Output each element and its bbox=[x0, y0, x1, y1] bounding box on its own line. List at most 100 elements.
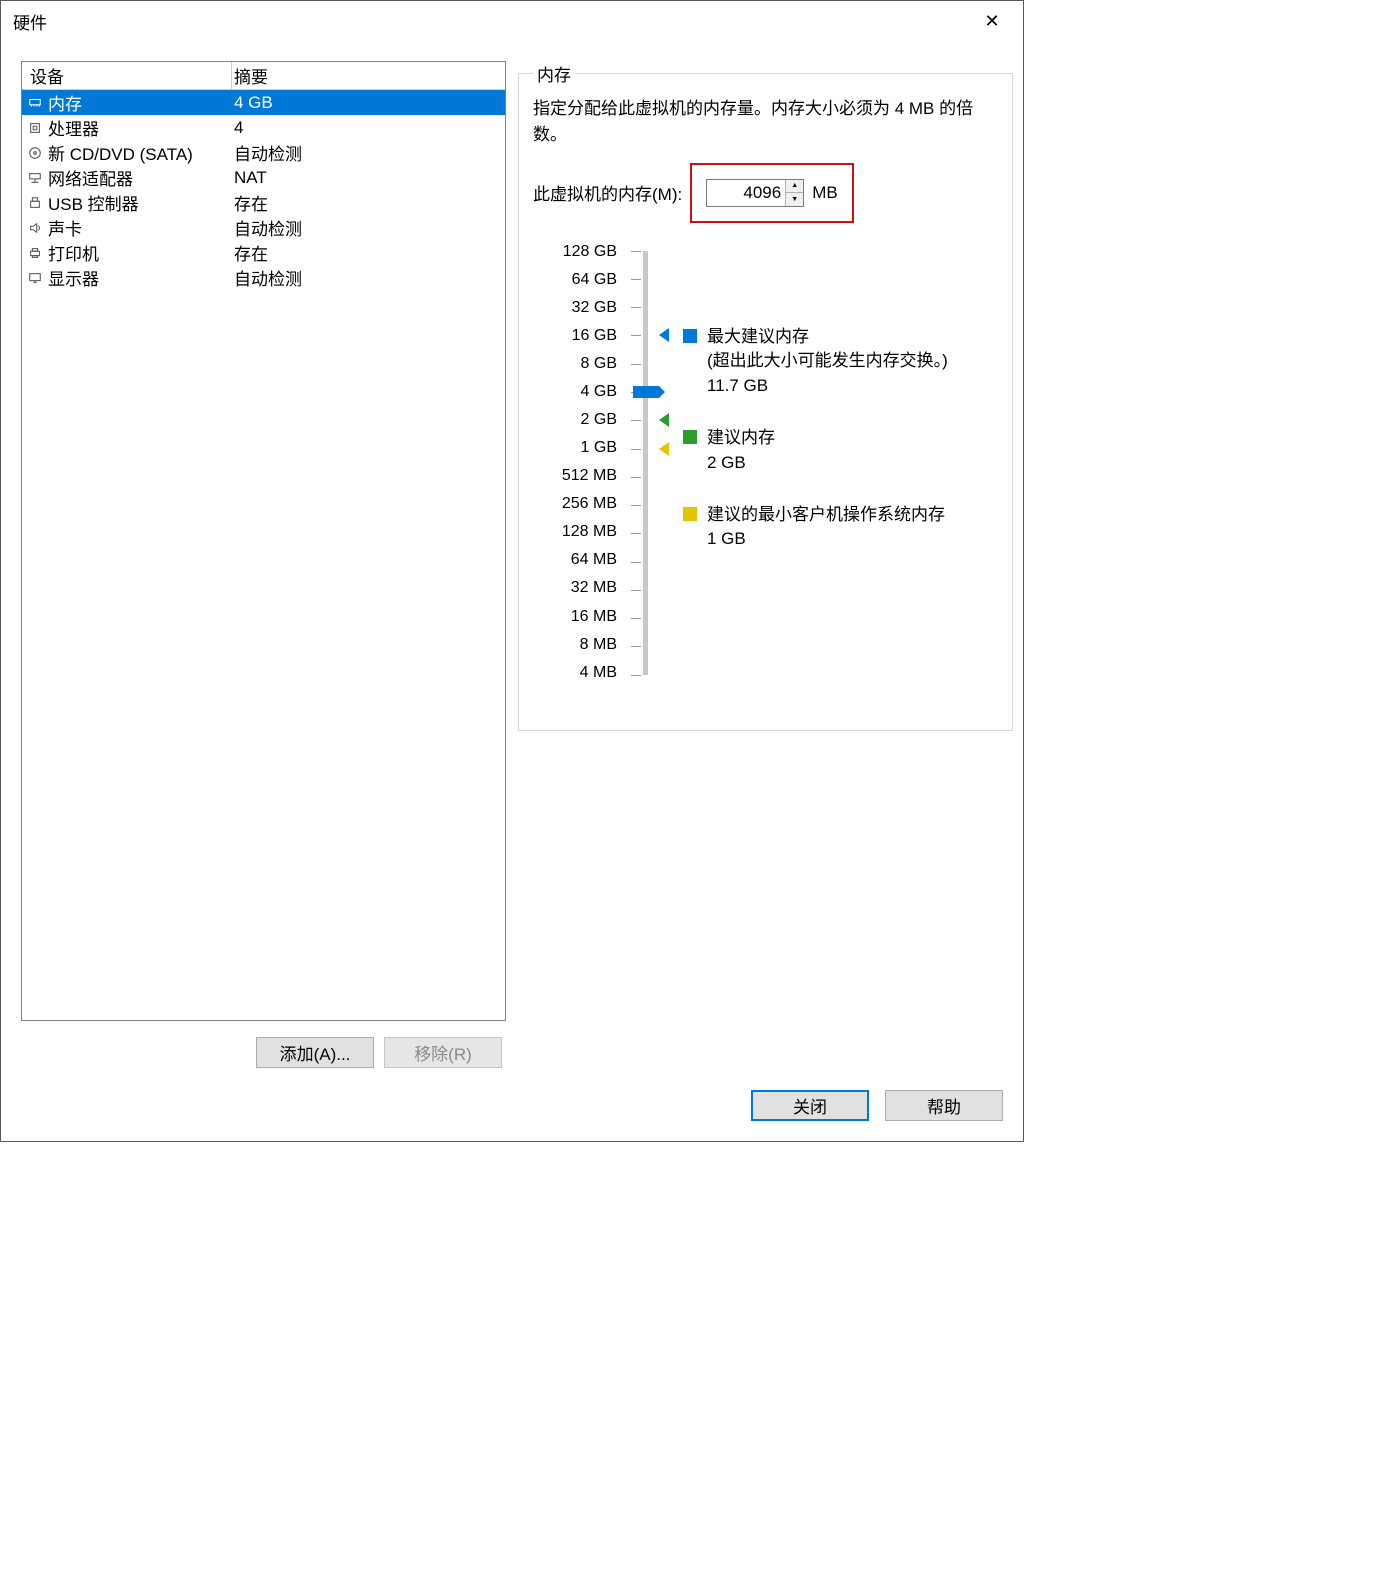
memory-slider-tick bbox=[631, 477, 641, 478]
device-row[interactable]: 打印机存在 bbox=[22, 240, 505, 265]
sound-icon bbox=[22, 221, 48, 235]
memory-slider-track bbox=[643, 251, 648, 675]
legend-square-green-icon bbox=[683, 430, 697, 444]
device-row[interactable]: 声卡自动检测 bbox=[22, 215, 505, 240]
device-name: 内存 bbox=[48, 90, 232, 115]
memory-scale-label: 2 GB bbox=[533, 411, 617, 430]
memory-input-highlight: ▲ ▼ MB bbox=[690, 163, 854, 223]
legend-square-yellow-icon bbox=[683, 507, 697, 521]
memory-scale-label: 8 MB bbox=[533, 636, 617, 655]
header-device: 设备 bbox=[22, 62, 232, 89]
legend-max-title: 最大建议内存 bbox=[707, 325, 948, 350]
memory-spin-up[interactable]: ▲ bbox=[786, 180, 803, 194]
memory-slider-tick bbox=[631, 562, 641, 563]
device-row[interactable]: 新 CD/DVD (SATA)自动检测 bbox=[22, 140, 505, 165]
device-table-header: 设备 摘要 bbox=[22, 62, 505, 90]
memory-scale-label: 512 MB bbox=[533, 467, 617, 486]
close-button[interactable]: 关闭 bbox=[751, 1090, 869, 1121]
memory-scale-label: 1 GB bbox=[533, 439, 617, 458]
device-row[interactable]: 网络适配器NAT bbox=[22, 165, 505, 190]
legend-max-value: 11.7 GB bbox=[683, 376, 948, 396]
memory-slider-tick bbox=[631, 251, 641, 252]
device-row[interactable]: 内存4 GB bbox=[22, 90, 505, 115]
display-icon bbox=[22, 271, 48, 285]
device-name: 显示器 bbox=[48, 265, 232, 290]
device-name: USB 控制器 bbox=[48, 190, 232, 215]
network-icon bbox=[22, 171, 48, 185]
memory-slider-tick bbox=[631, 646, 641, 647]
legend-square-blue-icon bbox=[683, 329, 697, 343]
legend-rec-title: 建议内存 bbox=[707, 426, 775, 451]
legend-rec-value: 2 GB bbox=[683, 453, 948, 473]
memory-scale-label: 64 GB bbox=[533, 271, 617, 290]
memory-scale-label: 8 GB bbox=[533, 355, 617, 374]
memory-slider-tick bbox=[631, 505, 641, 506]
device-name: 声卡 bbox=[48, 215, 232, 240]
memory-value-input[interactable] bbox=[707, 180, 785, 206]
memory-slider-tick bbox=[631, 364, 641, 365]
memory-spin-down[interactable]: ▼ bbox=[786, 193, 803, 206]
memory-slider-tick bbox=[631, 449, 641, 450]
cpu-icon bbox=[22, 121, 48, 135]
memory-scale-label: 64 MB bbox=[533, 551, 617, 570]
memory-scale-label: 4 MB bbox=[533, 664, 617, 683]
device-list-panel: 设备 摘要 内存4 GB处理器4新 CD/DVD (SATA)自动检测网络适配器… bbox=[21, 61, 506, 1068]
device-row[interactable]: USB 控制器存在 bbox=[22, 190, 505, 215]
memory-scale-label: 128 MB bbox=[533, 523, 617, 542]
device-table: 设备 摘要 内存4 GB处理器4新 CD/DVD (SATA)自动检测网络适配器… bbox=[21, 61, 506, 1021]
memory-slider-tick bbox=[631, 533, 641, 534]
memory-slider-tick bbox=[631, 590, 641, 591]
printer-icon bbox=[22, 246, 48, 260]
memory-slider-scale: 128 GB64 GB32 GB16 GB8 GB4 GB2 GB1 GB512… bbox=[533, 243, 623, 683]
device-summary: 自动检测 bbox=[232, 265, 505, 290]
legend-min-title: 建议的最小客户机操作系统内存 bbox=[707, 503, 945, 528]
memory-legend: 最大建议内存 (超出此大小可能发生内存交换。) 11.7 GB 建议内存 bbox=[683, 243, 948, 568]
max-marker-icon bbox=[659, 328, 669, 342]
device-name: 打印机 bbox=[48, 240, 232, 265]
memory-input-label: 此虚拟机的内存(M): bbox=[533, 180, 682, 205]
help-button[interactable]: 帮助 bbox=[885, 1090, 1003, 1121]
memory-icon bbox=[22, 96, 48, 110]
device-row[interactable]: 处理器4 bbox=[22, 115, 505, 140]
add-device-button[interactable]: 添加(A)... bbox=[256, 1037, 374, 1068]
device-summary: NAT bbox=[232, 168, 505, 188]
device-summary: 自动检测 bbox=[232, 140, 505, 165]
memory-slider-tick bbox=[631, 675, 641, 676]
memory-scale-label: 32 GB bbox=[533, 299, 617, 318]
memory-scale-label: 128 GB bbox=[533, 243, 617, 262]
disc-icon bbox=[22, 146, 48, 160]
memory-slider[interactable] bbox=[623, 243, 669, 683]
device-summary: 存在 bbox=[232, 240, 505, 265]
memory-slider-tick bbox=[631, 279, 641, 280]
memory-settings-panel: 内存 指定分配给此虚拟机的内存量。内存大小必须为 4 MB 的倍数。 此虚拟机的… bbox=[518, 61, 1013, 1068]
memory-scale-label: 4 GB bbox=[533, 383, 617, 402]
memory-scale-label: 16 MB bbox=[533, 608, 617, 627]
device-summary: 存在 bbox=[232, 190, 505, 215]
memory-spinbox[interactable]: ▲ ▼ bbox=[706, 179, 804, 207]
memory-unit-label: MB bbox=[812, 183, 838, 203]
memory-scale-label: 256 MB bbox=[533, 495, 617, 514]
recommended-marker-icon bbox=[659, 413, 669, 427]
device-name: 新 CD/DVD (SATA) bbox=[48, 140, 232, 165]
header-summary: 摘要 bbox=[232, 62, 505, 89]
memory-description: 指定分配给此虚拟机的内存量。内存大小必须为 4 MB 的倍数。 bbox=[533, 96, 998, 149]
memory-slider-tick bbox=[631, 307, 641, 308]
device-summary: 自动检测 bbox=[232, 215, 505, 240]
usb-icon bbox=[22, 196, 48, 210]
close-icon[interactable]: ✕ bbox=[973, 11, 1011, 32]
device-name: 处理器 bbox=[48, 115, 232, 140]
memory-group-title: 内存 bbox=[533, 61, 575, 86]
legend-max-note: (超出此大小可能发生内存交换。) bbox=[707, 349, 948, 374]
memory-slider-thumb[interactable] bbox=[633, 386, 659, 398]
hardware-settings-dialog: 硬件 ✕ 设备 摘要 内存4 GB处理器4新 CD/DVD (SATA)自动检测… bbox=[0, 0, 1024, 1142]
memory-slider-tick bbox=[631, 618, 641, 619]
memory-slider-tick bbox=[631, 335, 641, 336]
min-marker-icon bbox=[659, 442, 669, 456]
titlebar: 硬件 ✕ bbox=[1, 1, 1023, 41]
window-title: 硬件 bbox=[13, 9, 973, 34]
device-summary: 4 GB bbox=[232, 93, 505, 113]
device-name: 网络适配器 bbox=[48, 165, 232, 190]
memory-slider-tick bbox=[631, 420, 641, 421]
device-row[interactable]: 显示器自动检测 bbox=[22, 265, 505, 290]
remove-device-button[interactable]: 移除(R) bbox=[384, 1037, 502, 1068]
